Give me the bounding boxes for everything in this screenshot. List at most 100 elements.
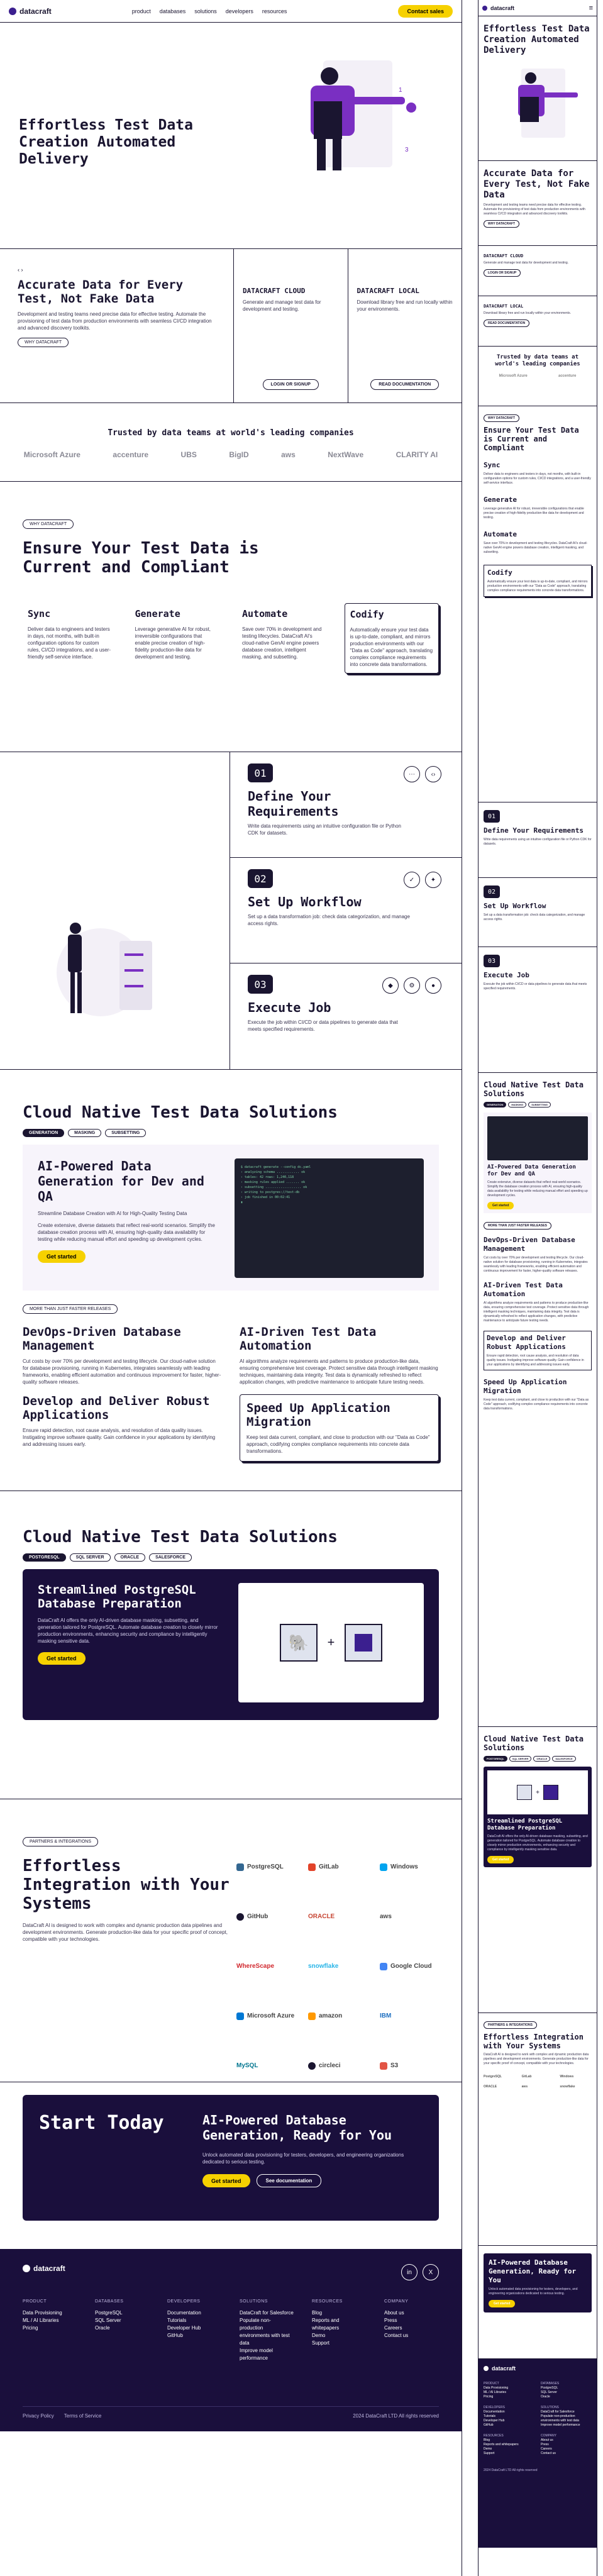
- x-icon[interactable]: X: [423, 2264, 439, 2280]
- integration-title: Effortless Integration with Your Systems: [23, 1857, 230, 1913]
- nav-link-databases[interactable]: databases: [160, 8, 186, 14]
- read-documentation-button[interactable]: READ DOCUMENTATION: [370, 379, 440, 390]
- get-started-button[interactable]: Get started: [38, 1250, 86, 1263]
- amazon-logo: amazon: [308, 2000, 367, 2032]
- step-define: 01 Define Your Requirements Write data r…: [230, 752, 462, 858]
- github-logo: GitHub: [236, 1901, 296, 1933]
- logo[interactable]: datacraft: [9, 7, 52, 16]
- plus-icon: +: [327, 1635, 335, 1650]
- nav-link-developers[interactable]: developers: [226, 8, 253, 14]
- hero-illustration: 1 3: [216, 23, 462, 248]
- cta-card: Start Today AI-Powered Database Generati…: [23, 2095, 439, 2221]
- gitlab-logo: GitLab: [308, 1851, 367, 1883]
- mobile-hero: Effortless Test Data Creation Automated …: [479, 16, 597, 161]
- footer-col-developers: DEVELOPERS Documentation Tutorials Develope…: [167, 2299, 201, 2338]
- benefit-ai-driven: AI-Driven Test Data Automation AI algorit…: [240, 1325, 438, 1385]
- trusted-section: Trusted by data teams at world's leading…: [0, 403, 462, 482]
- nav-link-solutions[interactable]: solutions: [194, 8, 217, 14]
- mobile-login-button[interactable]: LOGIN OR SIGNUP: [484, 269, 521, 277]
- cta-left-title: Start Today: [39, 2112, 164, 2134]
- copyright: 2024 DataCraft LTD All rights reserved: [353, 2413, 439, 2419]
- mobile-step-1: 01 Define Your Requirements Write data r…: [479, 802, 597, 878]
- google-cloud-logo: Google Cloud: [380, 1950, 439, 1982]
- hero-title: Effortless Test Data Creation Automated …: [19, 117, 193, 167]
- logo-microsoft-azure: Microsoft Azure: [23, 450, 80, 459]
- footer-col-company: COMPANY About us Press Careers Contact us: [384, 2299, 409, 2338]
- mysql-logo: MySQL: [236, 2062, 258, 2069]
- cta-title: AI-Powered Database Generation, Ready fo…: [202, 2112, 392, 2143]
- benefits-grid: DevOps-Driven Database Management Cut cos…: [23, 1325, 439, 1462]
- footer-col-resources: RESOURCES Blog Reports and whitepapers Demo…: [312, 2299, 343, 2346]
- feature-codify: Codify Automatically ensure your test dat…: [344, 603, 439, 674]
- steps-section: 01 Define Your Requirements Write data r…: [0, 752, 462, 1070]
- logo-bigid: BigID: [229, 450, 249, 459]
- local-body: Download library free and run locally wi…: [357, 299, 453, 312]
- tab-subsetting[interactable]: SUBSETTING: [105, 1129, 147, 1137]
- nav-links: product databases solutions developers r…: [132, 8, 287, 14]
- mobile-accurate: Accurate Data for Every Test, Not Fake D…: [479, 161, 597, 246]
- step-workflow: 02 Set Up Workflow Set up a data transfo…: [230, 858, 462, 963]
- privacy-policy-link[interactable]: Privacy Policy: [23, 2413, 54, 2419]
- tab-generation[interactable]: GENERATION: [23, 1129, 65, 1137]
- mobile-why-datacraft-button[interactable]: WHY DATACRAFT: [484, 220, 520, 228]
- hero-section: Effortless Test Data Creation Automated …: [0, 23, 462, 249]
- tab-postgresql[interactable]: POSTGRESQL: [23, 1553, 66, 1562]
- database-tabs: POSTGRESQL SQL SERVER ORACLE SALESFORCE: [23, 1553, 439, 1562]
- social-links: in X: [401, 2264, 439, 2280]
- login-signup-button[interactable]: LOGIN OR SIGNUP: [262, 379, 319, 390]
- step-title: Define Your Requirements: [248, 789, 339, 819]
- nav-link-product[interactable]: product: [132, 8, 151, 14]
- company-logos: Microsoft Azure accenture UBS BigID aws …: [0, 450, 462, 459]
- benefit-devops: DevOps-Driven Database Management Cut cos…: [23, 1325, 221, 1385]
- mobile-cloud-native: Cloud Native Test Data Solutions GENERAT…: [479, 1073, 597, 1727]
- features-row: Sync Deliver data to engineers and tester…: [23, 603, 439, 674]
- footer-col-databases: DATABASES PostgreSQL SQL Server Oracle: [95, 2299, 124, 2331]
- step-title: Execute Job: [248, 1000, 331, 1015]
- tab-sql-server[interactable]: SQL SERVER: [69, 1553, 111, 1562]
- mobile-terminal: [487, 1116, 588, 1160]
- person-server-illustration: [57, 923, 152, 1016]
- cloud-native-section: Cloud Native Test Data Solutions GENERAT…: [0, 1070, 462, 1491]
- generation-card-title: AI-Powered Data Generation for Dev and Q…: [38, 1158, 204, 1204]
- postgresql-card: Streamlined PostgreSQL Database Preparat…: [23, 1569, 439, 1720]
- mobile-footer: datacraft PRODUCT Data Provisioning ML / A…: [479, 2359, 597, 2548]
- arrow-icons: ‹ ›: [18, 267, 23, 273]
- contact-sales-button[interactable]: Contact sales: [398, 4, 453, 18]
- accurate-body: Development and testing teams need preci…: [18, 311, 212, 331]
- footer-columns: PRODUCT Data Provisioning ML / AI Librarie…: [23, 2298, 439, 2362]
- see-documentation-button[interactable]: See documentation: [256, 2174, 322, 2187]
- logo-nextwave: NextWave: [328, 450, 364, 459]
- accurate-data-section: ‹ › Accurate Data for Every Test, Not Fa…: [0, 249, 462, 403]
- mobile-nav: datacraft ≡: [479, 0, 597, 16]
- linkedin-icon[interactable]: in: [401, 2264, 418, 2280]
- why-datacraft-button[interactable]: WHY DATACRAFT: [18, 338, 69, 347]
- mobile-docs-button[interactable]: READ DOCUMENTATION: [484, 319, 530, 327]
- terms-link[interactable]: Terms of Service: [64, 2413, 102, 2419]
- footer-logo[interactable]: datacraft: [23, 2264, 439, 2273]
- s3-logo: S3: [380, 2050, 439, 2082]
- cta-section: Start Today AI-Powered Database Generati…: [0, 2082, 462, 2249]
- code-icon: ‹›: [425, 766, 441, 782]
- top-nav: datacraft product databases solutions de…: [0, 0, 462, 23]
- mobile-logo[interactable]: datacraft: [482, 5, 514, 11]
- tab-masking[interactable]: MASKING: [68, 1129, 102, 1137]
- tab-oracle[interactable]: ORACLE: [114, 1553, 146, 1562]
- feature-generate: Generate Leverage generative AI for robus…: [135, 608, 211, 660]
- ibm-logo: IBM: [380, 2012, 392, 2019]
- config-icon: ⋯: [404, 766, 420, 782]
- terminal-screenshot: $ datacraft generate --config dc.yaml › a…: [234, 1158, 424, 1278]
- cta-get-started-button[interactable]: Get started: [202, 2174, 250, 2187]
- get-started-button[interactable]: Get started: [38, 1652, 86, 1665]
- pipeline-icon: ◆: [382, 977, 399, 994]
- logo-accenture: accenture: [113, 450, 149, 459]
- snowflake-logo: snowflake: [308, 1963, 339, 1970]
- trusted-title: Trusted by data teams at world's leading…: [108, 428, 354, 438]
- more-than-tag: MORE THAN JUST FASTER RELEASES: [23, 1304, 118, 1314]
- datacraft-local-card: DATACRAFT LOCAL Download library free an…: [347, 249, 462, 402]
- postgresql-logo: PostgreSQL: [236, 1851, 296, 1883]
- tab-salesforce[interactable]: SALESFORCE: [149, 1553, 192, 1562]
- mobile-why: WHY DATACRAFT Ensure Your Test Data is C…: [479, 406, 597, 802]
- windows-logo: Windows: [380, 1851, 439, 1883]
- nav-link-resources[interactable]: resources: [262, 8, 287, 14]
- menu-icon[interactable]: ≡: [589, 4, 593, 12]
